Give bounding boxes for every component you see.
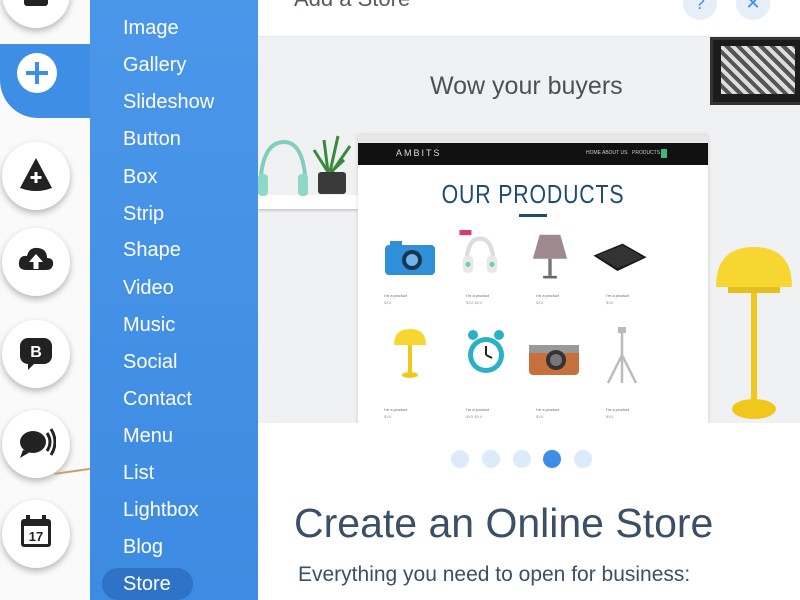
menu-item-slideshow[interactable]: Slideshow xyxy=(123,89,214,115)
product-name: I'm a product xyxy=(466,293,489,298)
product-price: $XX xyxy=(606,300,614,305)
yellow-lamp-decor xyxy=(716,247,792,419)
blog-icon: B xyxy=(16,332,56,377)
product-lamp-shade-image xyxy=(532,234,568,279)
product-camera-image xyxy=(385,241,435,275)
text-box-button[interactable] xyxy=(2,0,70,28)
wall-picture xyxy=(710,37,800,105)
cart-icon xyxy=(661,149,667,158)
product-price: $XX $XX xyxy=(466,414,483,419)
menu-item-box[interactable]: Box xyxy=(123,164,157,190)
help-button[interactable]: ? xyxy=(683,0,717,20)
product-tripod-image xyxy=(606,327,638,384)
menu-item-strip[interactable]: Strip xyxy=(123,201,164,227)
app-market-button[interactable] xyxy=(2,142,70,210)
menu-item-video[interactable]: Video xyxy=(123,275,174,301)
product-alarm-clock-image xyxy=(468,330,504,373)
carousel-dot-5[interactable] xyxy=(574,450,592,468)
upload-icon xyxy=(16,240,56,285)
close-icon: ✕ xyxy=(745,0,761,13)
product-name: I'm a product xyxy=(536,293,559,298)
mockup-nav-about: ABOUT US xyxy=(602,150,628,156)
mockup-brand: AMBITS xyxy=(396,148,442,158)
panel-main-title: Create an Online Store xyxy=(294,500,714,546)
tool-rail: B 17 xyxy=(0,0,100,600)
product-price: $XX $XX xyxy=(466,300,483,305)
menu-item-store[interactable]: Store xyxy=(102,568,193,600)
carousel-dot-3[interactable] xyxy=(513,450,531,468)
product-headphones-image xyxy=(459,230,498,273)
menu-item-blog[interactable]: Blog xyxy=(123,534,163,560)
add-store-panel: Add a Store ? ✕ Wow your buyers AMBITS xyxy=(258,0,800,600)
menu-item-menu[interactable]: Menu xyxy=(123,423,173,449)
carousel-dot-4[interactable] xyxy=(543,450,561,468)
product-camera-brown-image xyxy=(529,345,579,375)
menu-item-image[interactable]: Image xyxy=(123,15,179,41)
product-name: I'm a product xyxy=(466,407,489,412)
shelf-decor xyxy=(258,135,352,196)
product-price: $XX xyxy=(536,414,544,419)
carousel-dot-2[interactable] xyxy=(482,450,500,468)
add-button[interactable] xyxy=(14,52,60,98)
product-price: $XX xyxy=(606,414,614,419)
product-tablet-image xyxy=(593,243,647,271)
carousel-dot-1[interactable] xyxy=(451,450,469,468)
bookings-button[interactable]: 17 xyxy=(2,500,70,568)
add-icon xyxy=(14,50,60,101)
mockup-nav: AMBITS HOME ABOUT US PRODUCTS xyxy=(358,143,708,165)
panel-header: Add a Store ? ✕ xyxy=(258,0,800,37)
blog-letter: B xyxy=(30,344,42,361)
hero-heading: Wow your buyers xyxy=(430,72,623,100)
app-market-icon xyxy=(16,154,56,199)
question-icon: ? xyxy=(694,0,705,13)
product-name: I'm a product xyxy=(536,407,559,412)
calendar-day: 17 xyxy=(29,529,43,544)
add-categories-menu: Image Gallery Slideshow Button Box Strip… xyxy=(90,0,258,600)
product-name: I'm a product xyxy=(384,293,407,298)
carousel-dots xyxy=(451,450,611,468)
mockup-heading-rule xyxy=(519,214,547,217)
blog-button[interactable]: B xyxy=(2,320,70,388)
calendar-icon: 17 xyxy=(16,512,56,557)
menu-item-music[interactable]: Music xyxy=(123,312,175,338)
text-box-icon xyxy=(16,0,56,17)
product-price: $XX xyxy=(384,300,392,305)
menu-item-list[interactable]: List xyxy=(123,460,154,486)
menu-item-gallery[interactable]: Gallery xyxy=(123,52,186,78)
mockup-nav-home: HOME xyxy=(586,150,601,156)
close-button[interactable]: ✕ xyxy=(736,0,770,20)
product-yellow-lamp-image xyxy=(394,329,426,378)
menu-item-contact[interactable]: Contact xyxy=(123,386,192,412)
mockup-heading: OUR PRODUCTS xyxy=(441,179,625,209)
panel-title: Add a Store xyxy=(294,0,410,12)
product-name: I'm a product xyxy=(384,407,407,412)
store-preview-image: Wow your buyers AMBITS HOME ABOUT US PRO… xyxy=(258,37,800,423)
menu-item-lightbox[interactable]: Lightbox xyxy=(123,497,199,523)
chat-icon xyxy=(16,422,57,467)
upload-button[interactable] xyxy=(2,228,70,296)
menu-item-social[interactable]: Social xyxy=(123,349,177,375)
product-price: $XX xyxy=(384,414,392,419)
menu-item-button[interactable]: Button xyxy=(123,126,181,152)
product-name: I'm a product xyxy=(606,293,629,298)
add-panel-tab[interactable] xyxy=(0,44,100,118)
product-price: $XX xyxy=(536,300,544,305)
menu-item-shape[interactable]: Shape xyxy=(123,237,181,263)
panel-subtitle: Everything you need to open for business… xyxy=(298,563,691,586)
chat-button[interactable] xyxy=(2,410,70,478)
mockup-nav-products: PRODUCTS xyxy=(632,150,661,156)
website-mockup: AMBITS HOME ABOUT US PRODUCTS OUR PRODUC… xyxy=(358,135,708,423)
mockup-browser-bar xyxy=(358,135,708,143)
product-name: I'm a product xyxy=(606,407,629,412)
